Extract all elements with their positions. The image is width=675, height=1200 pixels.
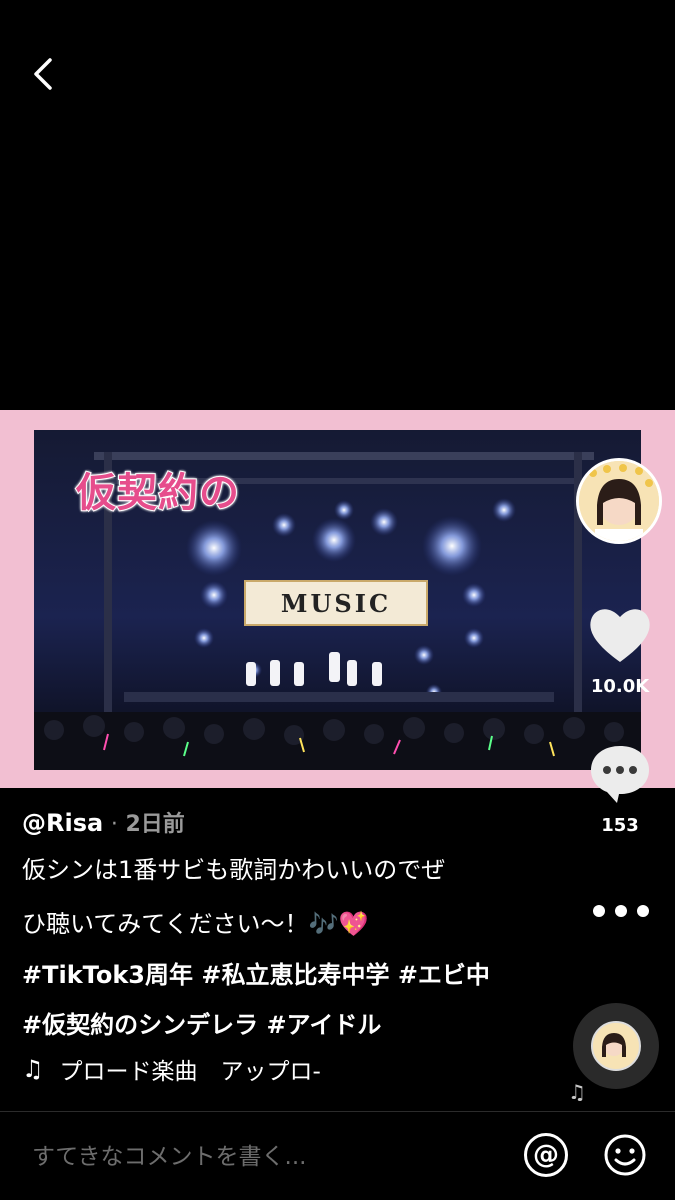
music-note-icon: ♫ — [22, 1055, 44, 1083]
description-line-2: ひ聴いてみてください〜！🎶💖 — [22, 910, 369, 938]
username[interactable]: @Risa — [22, 809, 103, 837]
emoji-button[interactable] — [603, 1133, 647, 1177]
like-button[interactable] — [587, 604, 653, 664]
stage-banner-text: MUSIC — [280, 588, 392, 618]
speech-bubble-icon — [591, 746, 649, 803]
music-track[interactable]: ♫ プロード楽曲 アップロ- — [22, 1052, 321, 1086]
music-disc[interactable] — [573, 1003, 659, 1089]
ellipsis-icon — [637, 905, 649, 917]
divider — [0, 1111, 675, 1112]
comment-button[interactable] — [589, 743, 651, 805]
heart-icon — [590, 609, 650, 662]
back-button[interactable] — [26, 54, 66, 94]
video-player[interactable]: MUSIC 仮契約の — [0, 410, 675, 788]
smiley-icon — [604, 1134, 646, 1176]
music-title: プロード楽曲 アップロ- — [59, 1059, 321, 1085]
hashtags-line-1[interactable]: #TikTok3周年 #私立恵比寿中学 #エビ中 — [22, 955, 490, 990]
creator-avatar[interactable] — [576, 458, 662, 544]
description-line-1: 仮シンは1番サビも歌詞かわいいのでぜ — [22, 856, 446, 884]
more-options-button[interactable] — [593, 900, 649, 922]
mention-button[interactable]: @ — [524, 1133, 568, 1177]
creator-avatar-image — [579, 461, 659, 541]
hashtags-line-2[interactable]: #仮契約のシンデレラ #アイドル — [22, 1005, 381, 1040]
ellipsis-icon — [615, 905, 627, 917]
post-meta: @Risa · 2日前 — [22, 806, 185, 838]
at-icon: @ — [533, 1140, 559, 1170]
comment-count: 153 — [601, 815, 639, 836]
post-time: 2日前 — [125, 812, 185, 837]
comment-input[interactable]: すてきなコメントを書く... — [32, 1132, 492, 1176]
floating-music-note-icon: ♫ — [568, 1080, 586, 1104]
video-caption-overlay: 仮契約の — [75, 469, 240, 517]
ellipsis-icon — [593, 905, 605, 917]
chevron-left-icon — [34, 58, 52, 90]
music-disc-avatar — [591, 1021, 641, 1071]
like-count: 10.0K — [590, 676, 650, 697]
stage-banner: MUSIC — [244, 580, 428, 626]
separator: · — [110, 812, 118, 837]
